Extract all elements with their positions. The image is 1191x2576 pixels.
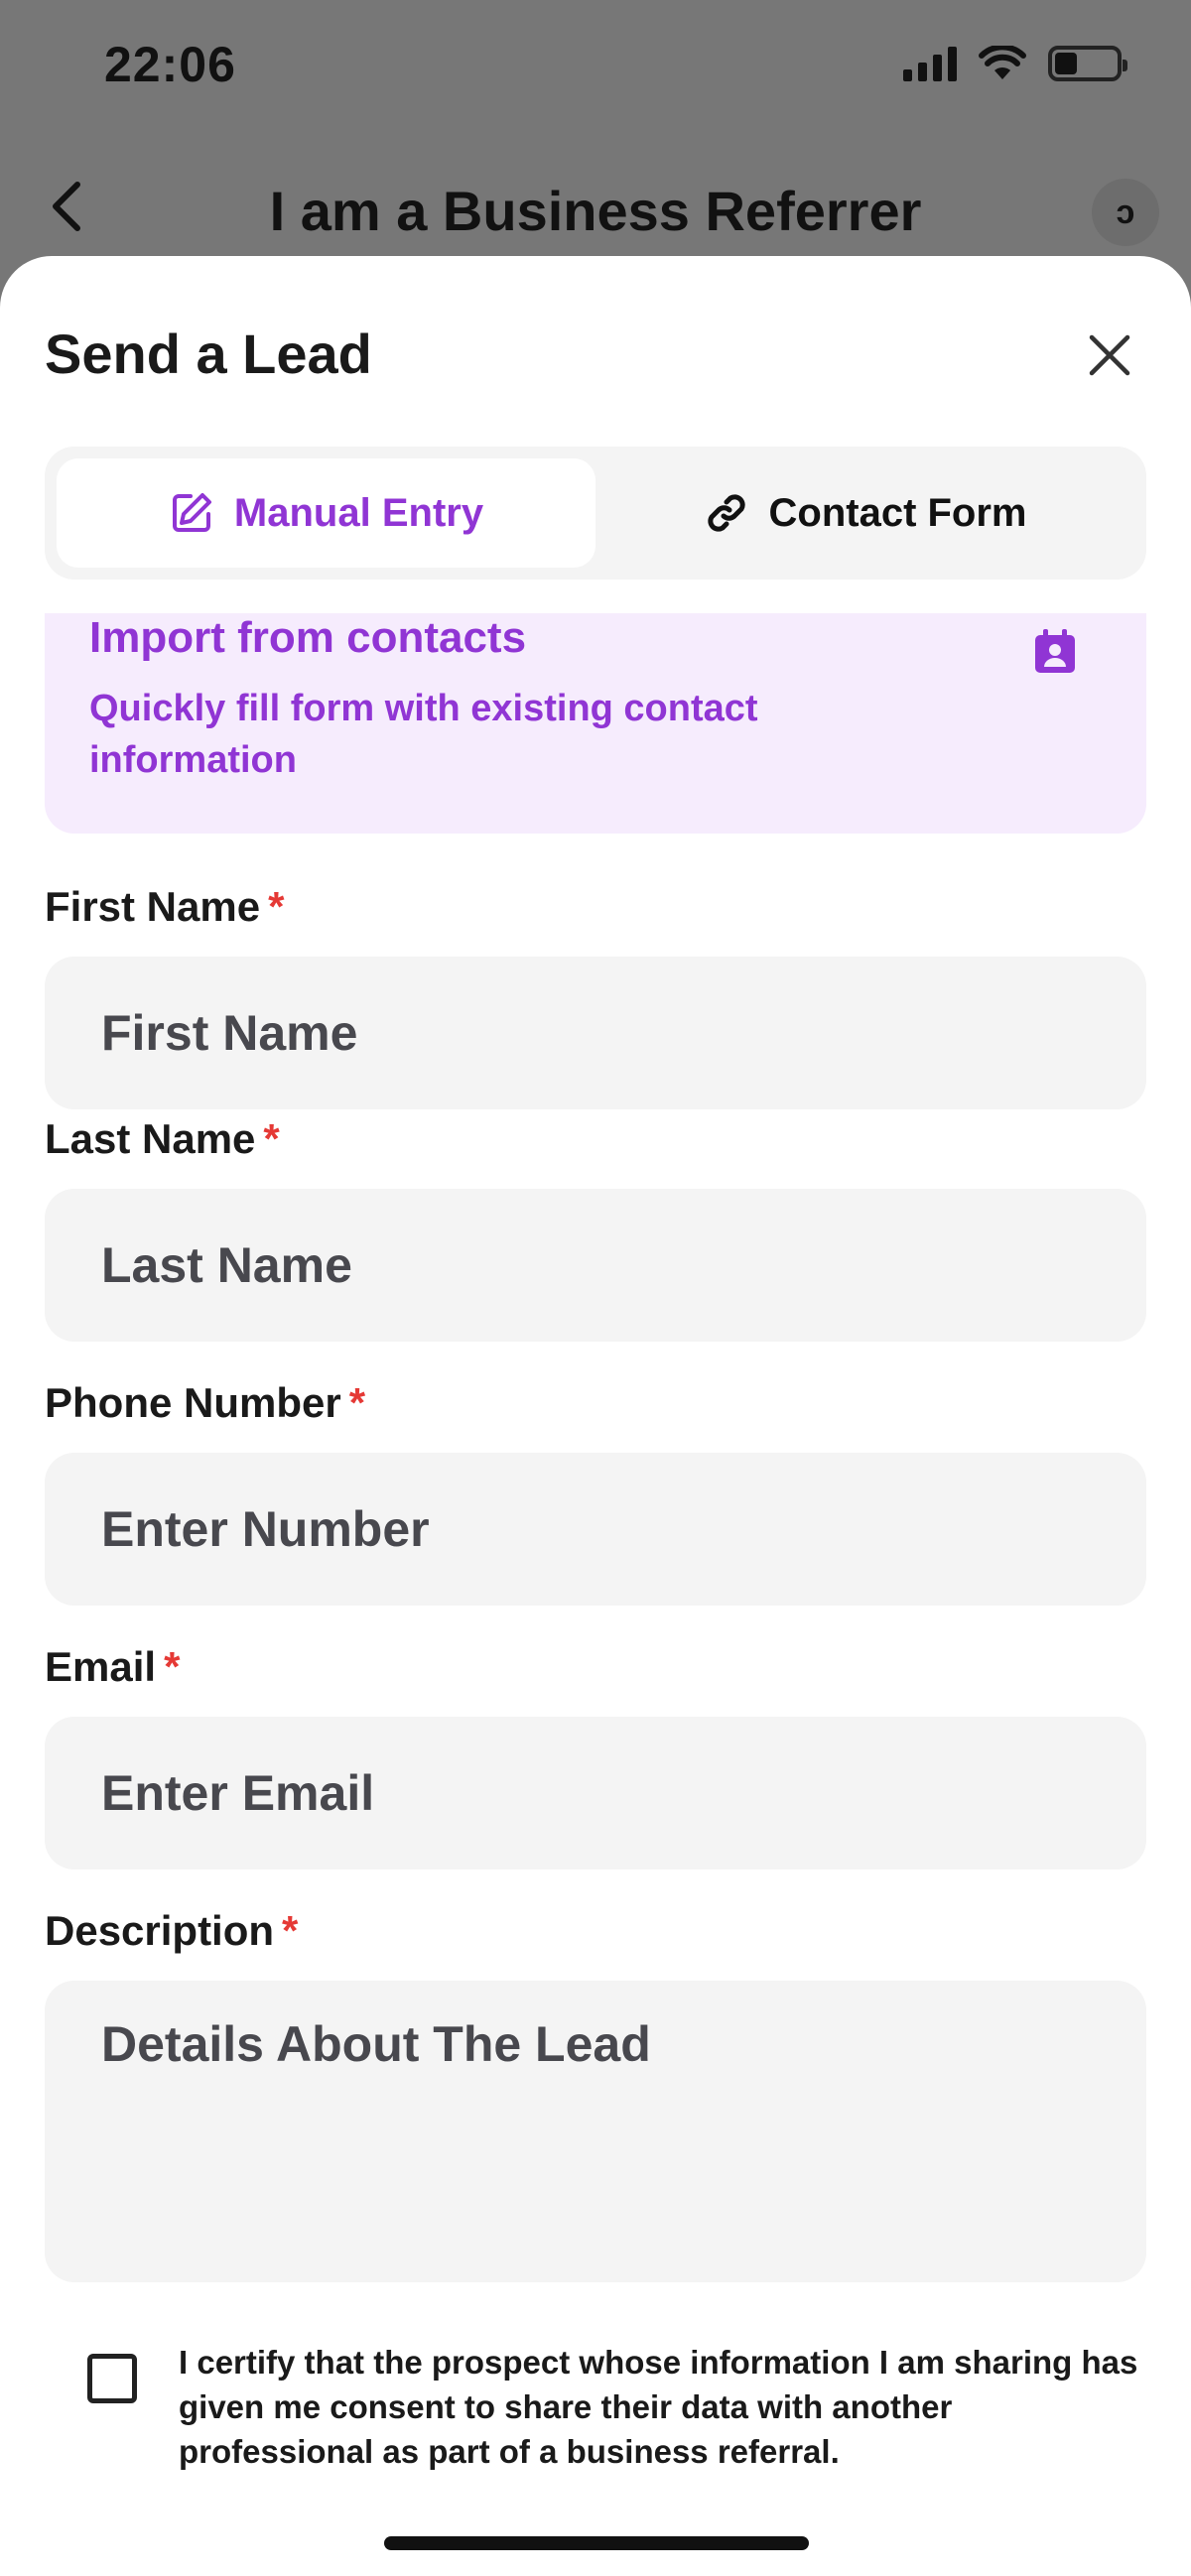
last-name-label: Last Name * — [45, 1115, 280, 1163]
description-label-text: Description — [45, 1907, 275, 1954]
email-input[interactable] — [101, 1764, 1146, 1822]
status-bar: 22:06 — [0, 0, 1191, 139]
last-name-input[interactable] — [101, 1236, 1146, 1294]
nav-title: I am a Business Referrer — [269, 180, 922, 242]
first-name-label-text: First Name — [45, 883, 261, 930]
first-name-label: First Name * — [45, 883, 284, 931]
screen: 22:06 I am a Business Referrer ɔ Send a … — [0, 0, 1191, 2576]
battery-level — [1055, 53, 1077, 74]
email-label-text: Email — [45, 1643, 157, 1690]
send-lead-sheet: Send a Lead Manual Entry Contact Form Im… — [0, 256, 1191, 2576]
cellular-signal-icon — [903, 46, 957, 81]
import-from-contacts-card[interactable]: Import from contacts Quickly fill form w… — [45, 613, 1146, 834]
tab-manual-entry-label: Manual Entry — [233, 490, 484, 535]
contact-book-icon — [1035, 629, 1075, 673]
wifi-icon — [979, 46, 1026, 79]
nav-right-button[interactable]: ɔ — [1092, 179, 1159, 246]
phone-number-field — [45, 1453, 1146, 1606]
required-mark: * — [263, 1115, 280, 1162]
email-label: Email * — [45, 1643, 180, 1691]
required-mark: * — [268, 883, 285, 930]
email-field — [45, 1717, 1146, 1869]
close-icon[interactable] — [1088, 333, 1131, 377]
description-label: Description * — [45, 1907, 298, 1955]
first-name-input[interactable] — [101, 1004, 1146, 1062]
status-icons — [903, 46, 1127, 81]
required-mark: * — [282, 1907, 299, 1954]
phone-number-label: Phone Number * — [45, 1379, 365, 1427]
required-mark: * — [348, 1379, 366, 1426]
required-mark: * — [164, 1643, 181, 1690]
description-textarea[interactable] — [101, 2014, 1146, 2213]
phone-number-input[interactable] — [101, 1500, 1146, 1558]
home-indicator — [384, 2536, 809, 2550]
nav-right-badge: ɔ — [1116, 193, 1135, 231]
consent-text: I certify that the prospect whose inform… — [179, 2344, 1138, 2470]
nav-bar: I am a Business Referrer ɔ — [0, 149, 1191, 268]
tab-contact-form-label: Contact Form — [768, 490, 1027, 535]
import-subtitle: Quickly fill form with existing contact … — [89, 688, 758, 781]
last-name-label-text: Last Name — [45, 1115, 256, 1162]
tab-contact-form[interactable]: Contact Form — [596, 458, 1134, 568]
last-name-field — [45, 1189, 1146, 1342]
entry-mode-tabs: Manual Entry Contact Form — [45, 447, 1146, 580]
status-time: 22:06 — [104, 37, 236, 92]
consent-checkbox[interactable] — [87, 2354, 137, 2403]
battery-icon — [1048, 46, 1127, 81]
sheet-title: Send a Lead — [45, 322, 372, 385]
phone-number-label-text: Phone Number — [45, 1379, 341, 1426]
tab-manual-entry[interactable]: Manual Entry — [57, 458, 596, 568]
link-icon — [707, 494, 745, 532]
description-field — [45, 1981, 1146, 2282]
import-title: Import from contacts — [89, 613, 527, 662]
edit-icon — [172, 493, 211, 532]
first-name-field — [45, 957, 1146, 1109]
